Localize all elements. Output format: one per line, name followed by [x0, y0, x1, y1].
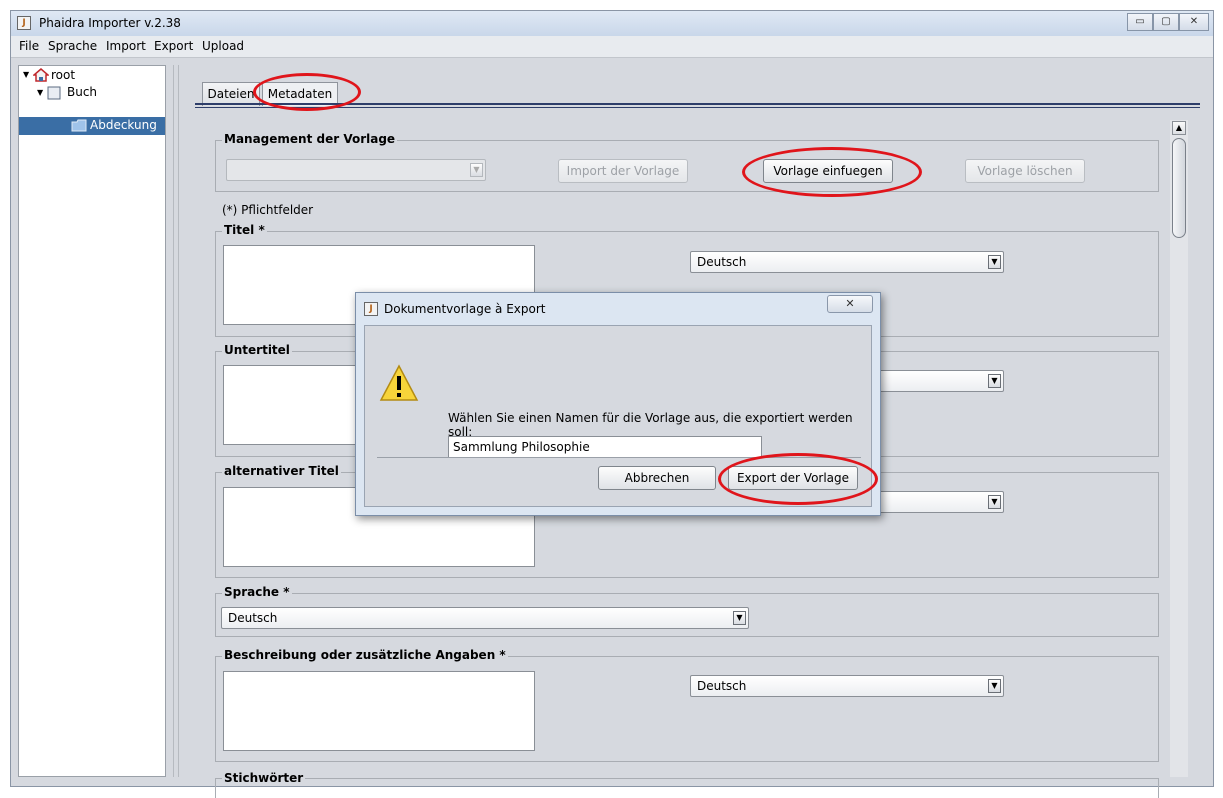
description-label: Beschreibung oder zusätzliche Angaben * [222, 648, 508, 662]
book-icon [47, 86, 61, 100]
split-pane-divider[interactable] [173, 65, 179, 777]
keywords-label: Stichwörter [222, 771, 306, 785]
expand-book-icon[interactable]: ▼ [37, 88, 43, 97]
cancel-button[interactable]: Abbrechen [598, 466, 716, 490]
chevron-down-icon: ▼ [988, 374, 1001, 388]
window-title: Phaidra Importer v.2.38 [39, 16, 181, 30]
subtitle-label: Untertitel [222, 343, 292, 357]
template-management-label: Management der Vorlage [222, 132, 398, 146]
tab-underline-secondary [195, 107, 1200, 108]
home-icon [33, 68, 49, 82]
import-template-button[interactable]: Import der Vorlage [558, 159, 688, 183]
chevron-down-icon: ▼ [988, 679, 1001, 693]
chevron-down-icon: ▼ [470, 163, 483, 177]
menu-bar: File Sprache Import Export Upload [11, 36, 1213, 58]
file-tree[interactable]: ▼ root ▼ Buch Abdeckung [18, 65, 166, 777]
warning-icon [379, 364, 419, 401]
dialog-title: Dokumentvorlage à Export [384, 302, 546, 316]
scroll-up-icon[interactable]: ▲ [1172, 121, 1186, 135]
expand-root-icon[interactable]: ▼ [23, 70, 29, 79]
dialog-close-button[interactable]: ✕ [827, 295, 873, 313]
java-cup-icon: J [364, 302, 378, 316]
title-language-select[interactable]: Deutsch ▼ [690, 251, 1004, 273]
title-label: Titel * [222, 223, 267, 237]
title-bar[interactable]: J Phaidra Importer v.2.38 ▭ ▢ ✕ [11, 11, 1213, 36]
menu-export[interactable]: Export [154, 39, 193, 53]
alt-title-label: alternativer Titel [222, 464, 341, 478]
highlight-ring-export-button [718, 453, 878, 505]
dialog-message: Wählen Sie einen Namen für die Vorlage a… [448, 411, 853, 439]
delete-template-button[interactable]: Vorlage löschen [965, 159, 1085, 183]
tree-item-buch[interactable]: Buch [67, 85, 97, 99]
template-select[interactable]: ▼ [226, 159, 486, 181]
keywords-group [215, 778, 1159, 798]
maximize-button[interactable]: ▢ [1153, 13, 1179, 31]
chevron-down-icon: ▼ [988, 255, 1001, 269]
menu-sprache[interactable]: Sprache [48, 39, 97, 53]
required-fields-note: (*) Pflichtfelder [222, 203, 314, 217]
chevron-down-icon: ▼ [988, 495, 1001, 509]
close-button[interactable]: ✕ [1179, 13, 1209, 31]
highlight-ring-insert-button [742, 147, 922, 197]
menu-upload[interactable]: Upload [202, 39, 244, 53]
chevron-down-icon: ▼ [733, 611, 746, 625]
tree-item-abdeckung[interactable]: Abdeckung [90, 118, 157, 132]
folder-icon [71, 119, 87, 132]
menu-file[interactable]: File [19, 39, 39, 53]
scrollbar-thumb[interactable] [1172, 138, 1186, 238]
java-cup-icon: J [17, 16, 31, 30]
language-select[interactable]: Deutsch ▼ [221, 607, 749, 629]
tree-item-root[interactable]: root [51, 68, 75, 82]
template-name-input[interactable]: Sammlung Philosophie [448, 436, 762, 458]
highlight-ring-metadaten-tab [253, 73, 361, 111]
description-language-select[interactable]: Deutsch ▼ [690, 675, 1004, 697]
minimize-button[interactable]: ▭ [1127, 13, 1153, 31]
description-textarea[interactable] [223, 671, 535, 751]
language-label: Sprache * [222, 585, 292, 599]
menu-import[interactable]: Import [106, 39, 146, 53]
